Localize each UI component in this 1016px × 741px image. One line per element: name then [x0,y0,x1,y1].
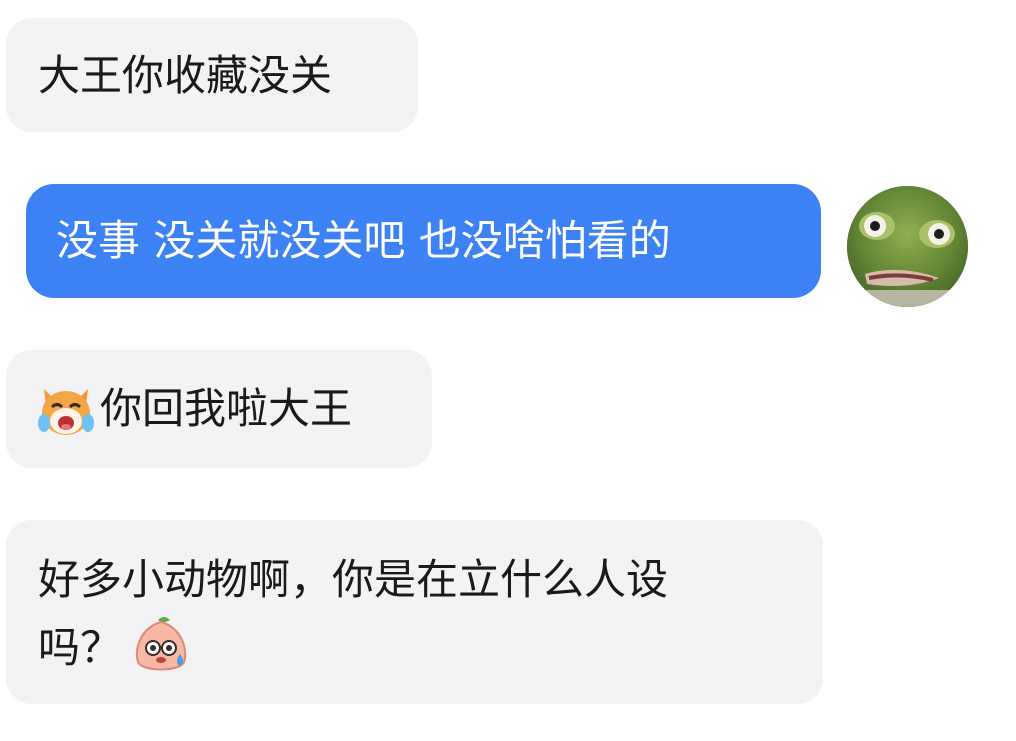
message-bubble-incoming[interactable]: 好多小动物啊，你是在立什么人设 吗？ [6,520,823,704]
peach-sweat-icon [130,614,192,676]
message-bubble-incoming[interactable]: 你回我啦大王 [6,350,432,468]
message-text: 大王你收藏没关 [38,51,333,100]
message-text-line: 吗？ [38,623,123,672]
cat-laugh-cry-icon [36,379,96,439]
message-bubble-outgoing[interactable]: 没事 没关就没关吧 也没啥怕看的 [26,184,821,298]
message-text: 你回我啦大王 [100,384,353,433]
frog-avatar-icon[interactable] [847,186,968,307]
chat-thread: 大王你收藏没关 没事 没关就没关吧 也没啥怕看的 你回我啦大王 好多小动物啊，你… [0,0,1016,741]
message-text: 没事 没关就没关吧 也没啥怕看的 [56,216,671,265]
message-text-line: 好多小动物啊，你是在立什么人设 [38,555,669,604]
message-bubble-incoming[interactable]: 大王你收藏没关 [6,18,418,132]
